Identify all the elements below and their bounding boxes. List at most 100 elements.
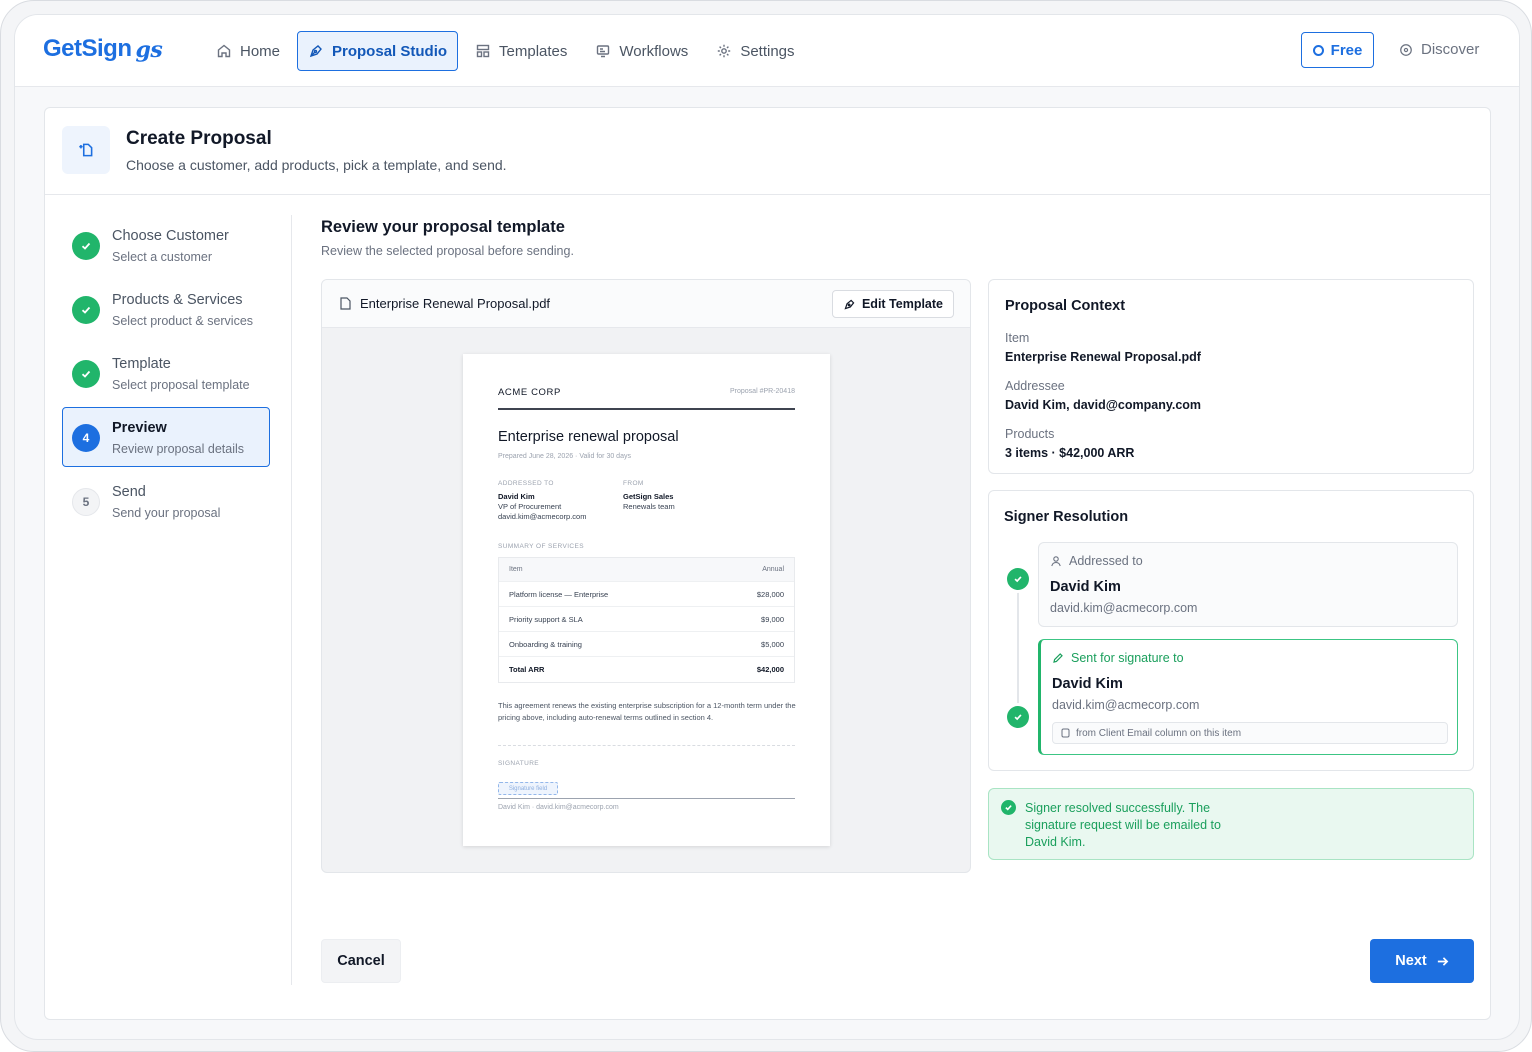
context-item-label: Item	[1005, 331, 1030, 345]
edit-template-button[interactable]: Edit Template	[831, 290, 954, 318]
doc-addressed-block: David Kim VP of Procurement david.kim@ac…	[498, 492, 586, 522]
addressed-to-label: Addressed to	[1069, 554, 1143, 568]
table-total-item: Total ARR	[509, 665, 545, 674]
step-preview[interactable]: 4 Preview Review proposal details	[62, 407, 270, 467]
table-cell-item: Platform license — Enterprise	[509, 589, 609, 599]
stepper: Choose Customer Select a customer Produc…	[62, 215, 270, 535]
step-send[interactable]: 5 Send Send your proposal	[62, 471, 270, 531]
page-subtitle: Choose a customer, add products, pick a …	[126, 157, 507, 173]
doc-title: Enterprise renewal proposal	[498, 429, 679, 445]
doc-signature-name: David Kim · david.kim@acmecorp.com	[498, 804, 619, 811]
table-header-row: Item Annual	[499, 558, 794, 582]
addressed-to-label-row: Addressed to	[1050, 554, 1143, 568]
nav-templates[interactable]: Templates	[464, 31, 578, 71]
check-icon	[72, 296, 100, 324]
nav-proposal-studio-label: Proposal Studio	[332, 42, 448, 60]
doc-addressed-label: ADDRESSED TO	[498, 480, 554, 487]
doc-proposal-number: Proposal #PR-20418	[730, 388, 795, 395]
nav-workflows[interactable]: Workflows	[584, 31, 699, 71]
pen-tool-icon	[309, 45, 322, 58]
user-icon	[1051, 556, 1061, 567]
review-subtitle: Review the selected proposal before send…	[321, 244, 574, 258]
compass-icon	[1400, 43, 1412, 56]
cancel-button[interactable]: Cancel	[321, 939, 401, 983]
check-icon	[1007, 706, 1029, 728]
nav-home-label: Home	[240, 42, 281, 60]
nav-settings[interactable]: Settings	[705, 31, 805, 71]
table-cell-annual: $28,000	[756, 589, 784, 599]
step-title: Preview	[112, 420, 167, 436]
step-choose-customer[interactable]: Choose Customer Select a customer	[62, 215, 270, 275]
free-plan-button[interactable]: Free	[1301, 32, 1374, 68]
doc-prepared-date: Prepared June 28, 2026 · Valid for 30 da…	[498, 453, 631, 460]
pen-tool-icon	[844, 299, 855, 310]
getsign-logo[interactable]: GetSign gs	[43, 35, 163, 63]
addressed-to-card: Addressed to David Kim david.kim@acmecor…	[1038, 542, 1458, 627]
check-circle-icon	[1001, 800, 1016, 815]
sent-for-signature-name: David Kim	[1052, 676, 1123, 692]
doc-addressed-role: VP of Procurement	[498, 502, 562, 511]
doc-from-team: Renewals team	[623, 502, 675, 511]
nav-templates-label: Templates	[499, 42, 568, 60]
step-title: Products & Services	[112, 292, 243, 308]
context-item-value: Enterprise Renewal Proposal.pdf	[1005, 350, 1201, 364]
step-products-services[interactable]: Products & Services Select product & ser…	[62, 279, 270, 339]
doc-signature-label: SIGNATURE	[498, 760, 540, 767]
document-name: Enterprise Renewal Proposal.pdf	[340, 296, 550, 311]
email-source-text: from Client Email column on this item	[1076, 727, 1242, 739]
context-products-label: Products	[1005, 427, 1055, 441]
email-source-note: from Client Email column on this item	[1052, 722, 1448, 744]
table-cell-item: Priority support & SLA	[509, 614, 583, 624]
context-addressee-label: Addressee	[1005, 379, 1065, 393]
doc-summary-label: SUMMARY OF SERVICES	[498, 543, 584, 550]
next-button-label: Next	[1395, 953, 1427, 969]
nav-home[interactable]: Home	[205, 31, 291, 71]
document-preview-panel: Enterprise Renewal Proposal.pdf Edit Tem…	[321, 279, 971, 873]
step-number-badge: 4	[72, 424, 100, 452]
step-subtitle: Select a customer	[112, 250, 213, 264]
signer-resolution-panel: Signer Resolution Addressed to David Kim…	[988, 490, 1474, 771]
step-title: Choose Customer	[112, 228, 229, 244]
discover-link[interactable]: Discover	[1399, 41, 1479, 58]
doc-from-label: FROM	[623, 480, 644, 487]
doc-terms-paragraph: This agreement renews the existing enter…	[498, 701, 796, 722]
table-row: Priority support & SLA $9,000	[499, 607, 794, 632]
doc-company: ACME CORP	[498, 387, 561, 398]
table-header-annual: Annual	[762, 566, 784, 573]
timeline-connector	[1017, 581, 1019, 719]
review-title: Review your proposal template	[321, 218, 565, 236]
step-subtitle: Send your proposal	[112, 506, 221, 520]
create-proposal-card: Create Proposal Choose a customer, add p…	[44, 107, 1491, 1020]
nav-proposal-studio[interactable]: Proposal Studio	[297, 31, 459, 71]
check-icon	[1007, 568, 1029, 590]
step-subtitle: Review proposal details	[112, 442, 245, 456]
card-header: Create Proposal Choose a customer, add p…	[45, 108, 1490, 195]
device-frame: GetSign gs Home Proposal Studio Templates…	[0, 0, 1532, 1052]
database-icon	[1061, 728, 1070, 738]
app-window: GetSign gs Home Proposal Studio Templates…	[14, 14, 1520, 1040]
divider	[498, 408, 795, 410]
context-addressee-value: David Kim, david@company.com	[1005, 398, 1202, 412]
next-button[interactable]: Next	[1370, 939, 1474, 983]
edit-template-label: Edit Template	[861, 297, 943, 311]
signature-line	[498, 798, 795, 799]
step-title: Send	[112, 484, 146, 500]
step-subtitle: Select product & services	[112, 314, 254, 328]
table-header-item: Item	[509, 566, 523, 573]
table-row: Platform license — Enterprise $28,000	[499, 582, 794, 607]
file-icon	[340, 297, 351, 310]
table-total-annual: $42,000	[756, 665, 784, 674]
document-toolbar: Enterprise Renewal Proposal.pdf Edit Tem…	[322, 280, 970, 328]
discover-label: Discover	[1421, 41, 1480, 58]
success-alert: Signer resolved successfully. The signat…	[988, 788, 1474, 860]
proposal-document-page: ACME CORP Proposal #PR-20418 Enterprise …	[463, 354, 830, 846]
addressed-to-name: David Kim	[1050, 579, 1121, 595]
nav-workflows-label: Workflows	[619, 42, 689, 60]
table-cell-annual: $5,000	[761, 639, 784, 649]
home-icon	[217, 44, 231, 58]
workflow-icon	[597, 45, 610, 58]
sent-for-signature-label: Sent for signature to	[1071, 651, 1184, 665]
step-template[interactable]: Template Select proposal template	[62, 343, 270, 403]
step-number-badge: 5	[72, 488, 100, 516]
sent-for-signature-label-row: Sent for signature to	[1052, 651, 1184, 665]
